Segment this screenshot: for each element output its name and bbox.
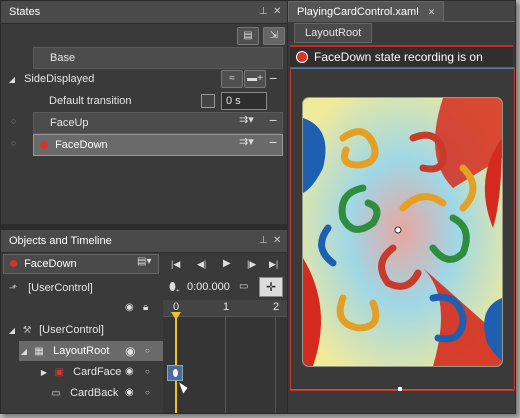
facedown-add-transition-icon[interactable]: ⇉▾	[239, 135, 254, 148]
element-icon: ▣	[54, 367, 64, 378]
previous-frame-icon[interactable]: ◀|	[197, 254, 206, 274]
tree-item-usercontrol[interactable]: ◢ ⚒ [UserControl]	[7, 320, 157, 340]
usercontrol-icon: ⚒	[22, 325, 32, 336]
storyboard-picker[interactable]: FaceDown	[3, 254, 159, 274]
eye-icon[interactable]: ◉	[125, 302, 134, 313]
recording-icon[interactable]	[296, 51, 308, 63]
close-icon[interactable]: ✕	[273, 1, 281, 23]
expand-triangle-icon[interactable]: ◢	[7, 321, 17, 341]
lock-dot-icon[interactable]: ○	[145, 383, 150, 403]
lock-dot-icon[interactable]: ○	[145, 341, 150, 361]
pin-icon[interactable]: ⊥	[259, 1, 268, 23]
recording-text: FaceDown state recording is on	[314, 50, 483, 64]
mouse-cursor-icon	[179, 380, 189, 394]
element-icon: ▭	[51, 388, 61, 399]
grid-icon: ▦	[34, 346, 44, 357]
state-group-label: SideDisplayed	[24, 73, 95, 85]
last-frame-icon[interactable]: ▶|	[269, 254, 278, 274]
state-faceup-record-icon[interactable]: ○	[11, 116, 16, 126]
eye-icon[interactable]: ◉	[125, 341, 135, 361]
eye-icon[interactable]: ◉	[125, 362, 134, 382]
timeline-tracks[interactable]	[163, 317, 287, 413]
play-icon[interactable]: ▶	[223, 254, 231, 274]
grid-line	[225, 317, 226, 413]
tree-item-cardback[interactable]: ▭ CardBack ◉ ○	[49, 383, 163, 403]
recording-dot-icon	[10, 260, 17, 267]
expand-triangle-icon[interactable]: ◢	[19, 342, 29, 362]
time-display[interactable]: 0:00.000	[187, 281, 230, 293]
collapse-triangle-icon[interactable]: ▶	[39, 363, 49, 383]
document-tab-label: PlayingCardControl.xaml	[297, 6, 419, 18]
state-facedown-record-icon[interactable]: ○	[11, 138, 16, 148]
lock-dot-icon[interactable]: ○	[145, 362, 150, 382]
snapping-button[interactable]: ✛	[259, 277, 283, 297]
scope-up-icon[interactable]: ⬏	[7, 279, 19, 299]
scope-root[interactable]: ⬏ [UserControl]	[7, 278, 93, 298]
keyframe-icon	[172, 369, 178, 377]
time-ruler[interactable]: 0 1 2	[163, 300, 287, 317]
easing-function-icon[interactable]	[201, 94, 215, 108]
lock-icon[interactable]: 🔒︎	[143, 302, 148, 313]
state-facedown-label: FaceDown	[55, 139, 108, 151]
add-state-button[interactable]: ▬+	[244, 70, 266, 88]
expand-triangle-icon[interactable]: ◢	[7, 70, 17, 90]
playback-controls: |◀ ◀| ▶ |▶ ▶|	[163, 254, 287, 274]
timeline-ruler-icon[interactable]: ▭	[239, 281, 248, 292]
tree-item-label: LayoutRoot	[53, 345, 110, 357]
artboard[interactable]	[290, 67, 515, 391]
fluid-layout-button[interactable]: ≈	[221, 70, 243, 88]
ruler-tick-2: 2	[273, 301, 280, 313]
document-tab[interactable]: PlayingCardControl.xaml ✕	[288, 1, 445, 22]
guide-line	[291, 68, 514, 69]
next-frame-icon[interactable]: |▶	[247, 254, 256, 274]
card-artwork	[303, 98, 502, 366]
states-panel-title: States	[9, 6, 41, 18]
tree-item-label: CardBack	[70, 387, 119, 399]
transition-preview-button[interactable]: ⇲	[263, 27, 285, 45]
state-base[interactable]: Base	[33, 47, 283, 69]
timeline-panel-title: Objects and Timeline	[9, 235, 112, 247]
tree-item-layoutroot[interactable]: ◢ ▦ LayoutRoot ◉ ○	[19, 341, 163, 361]
states-panel-header: States ⊥ ✕	[1, 1, 287, 24]
eye-icon[interactable]: ◉	[125, 383, 134, 403]
faceup-remove-icon[interactable]: −	[269, 112, 277, 128]
storyboard-menu-icon[interactable]: ▤▾	[137, 256, 151, 267]
document-area: PlayingCardControl.xaml ✕ LayoutRoot Fac…	[288, 1, 515, 413]
current-state-label: FaceDown	[24, 258, 77, 270]
faceup-add-transition-icon[interactable]: ⇉▾	[239, 113, 254, 126]
state-base-label: Base	[50, 52, 76, 64]
default-transition-label: Default transition	[49, 95, 132, 107]
keyframe-cardface[interactable]	[167, 365, 183, 381]
grid-line	[275, 317, 276, 413]
recording-dot-icon	[40, 141, 48, 149]
ruler-tick-1: 1	[223, 301, 230, 313]
tree-item-label: CardFace	[73, 366, 122, 378]
states-panel: States ⊥ ✕ ▤ ⇲ Base ◢ SideDisplayed ≈ ▬+…	[1, 1, 287, 224]
document-tabstrip: PlayingCardControl.xaml ✕	[288, 1, 515, 22]
breadcrumb-item: LayoutRoot	[305, 27, 362, 39]
first-frame-icon[interactable]: |◀	[171, 254, 180, 274]
add-state-group-button[interactable]: ▤	[237, 27, 259, 45]
recording-banner: FaceDown state recording is on	[290, 45, 513, 67]
pin-icon[interactable]: ⊥	[259, 230, 268, 252]
tree-root-label: [UserControl]	[39, 324, 104, 336]
playing-card-face[interactable]	[303, 98, 502, 366]
breadcrumb[interactable]: LayoutRoot	[294, 23, 373, 43]
facedown-remove-icon[interactable]: −	[269, 134, 277, 150]
close-icon[interactable]: ✕	[422, 7, 436, 17]
close-icon[interactable]: ✕	[273, 230, 281, 252]
tree-item-cardface[interactable]: ▶ ▣ CardFace ◉ ○	[39, 362, 163, 382]
timeline-panel-header: Objects and Timeline ⊥ ✕	[1, 230, 287, 253]
ruler-tick-0: 0	[173, 301, 180, 313]
record-keyframe-icon[interactable]: ⬮₊	[169, 281, 180, 294]
remove-group-icon[interactable]: −	[269, 70, 277, 86]
default-transition-input[interactable]: 0 s	[221, 92, 267, 110]
resize-handle[interactable]	[398, 387, 402, 391]
blend-window: States ⊥ ✕ ▤ ⇲ Base ◢ SideDisplayed ≈ ▬+…	[0, 0, 516, 414]
objects-timeline-panel: Objects and Timeline ⊥ ✕ FaceDown ▤▾ |◀ …	[1, 230, 287, 413]
scope-root-label: [UserControl]	[28, 282, 93, 294]
state-faceup-label: FaceUp	[50, 117, 89, 129]
